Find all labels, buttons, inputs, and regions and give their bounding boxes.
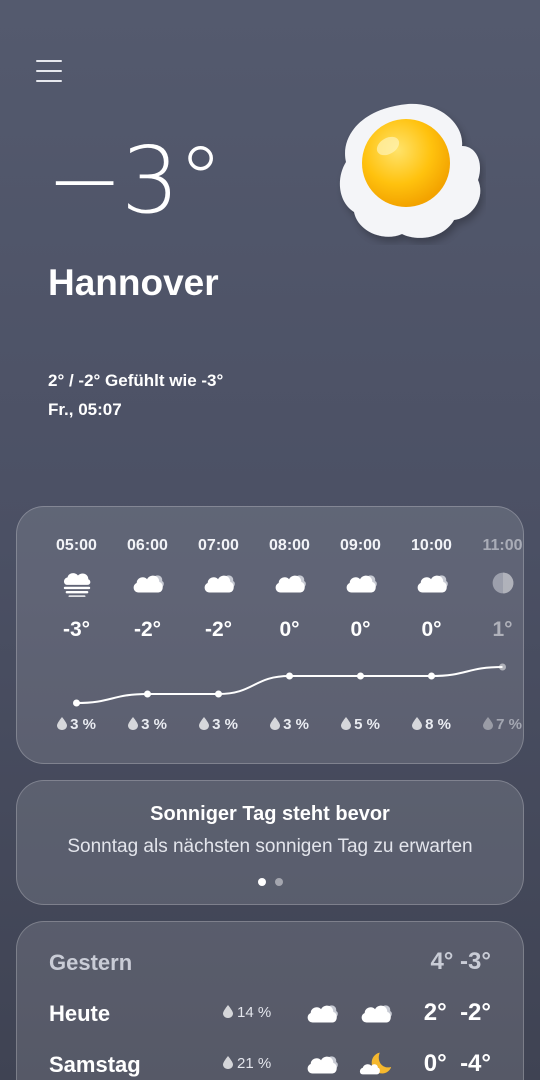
weather-summary: 2° / -2° Gefühlt wie -3° Fr., 05:07 [48, 366, 223, 424]
precipitation-value: 21 % [237, 1055, 272, 1072]
hour-precipitation: 3 % [183, 716, 254, 733]
temperature-point [357, 672, 364, 680]
hour-time: 05:00 [56, 537, 97, 554]
hour-precipitation: 5 % [325, 716, 396, 733]
hour-temperature: -3° [62, 618, 91, 641]
hour-time: 10:00 [411, 537, 452, 554]
temperature-point [144, 690, 151, 698]
temperature-point [73, 699, 80, 707]
precipitation-value: 3 % [141, 716, 167, 733]
raindrop-icon [57, 717, 68, 730]
day-name: Samstag [49, 1052, 141, 1077]
precipitation-value: 8 % [425, 716, 451, 733]
cloudy-icon [273, 569, 307, 597]
temperature-trend-path [76, 666, 503, 704]
hour-temperature: 1° [492, 618, 513, 641]
hour-precipitation: 8 % [396, 716, 467, 733]
current-temperature: −3° [46, 127, 224, 234]
raindrop-icon [341, 717, 352, 730]
daily-row[interactable]: Heute 14 % 2° -2° [49, 993, 491, 1033]
raindrop-icon [483, 717, 494, 730]
page-dot-active [257, 878, 266, 886]
cloudy-icon [359, 999, 393, 1027]
temperature-point [286, 672, 293, 680]
cloudy-icon [305, 1050, 339, 1078]
temperature-point [499, 663, 506, 671]
hour-time: 06:00 [127, 537, 168, 554]
precipitation-value: 3 % [212, 716, 238, 733]
day-high-low: 2° -2° [423, 999, 491, 1026]
clear-sky-sun-icon [336, 100, 486, 245]
cloudy-icon [415, 569, 449, 597]
precipitation-value: 3 % [70, 716, 96, 733]
precipitation-value: 3 % [283, 716, 309, 733]
day-high-low: 0° -4° [423, 1050, 491, 1077]
day-high-low: 4° -3° [430, 948, 491, 975]
hour-temperature: 0° [279, 618, 300, 641]
day-name: Gestern [49, 950, 133, 975]
hour-temperature: 0° [350, 618, 371, 641]
hour-time: 11:00 [482, 537, 523, 554]
daily-row[interactable]: Gestern 4° -3° [49, 942, 491, 982]
daily-forecast-card[interactable]: Gestern 4° -3° Heute 14 % 2° -2° Samstag 21 % 0… [16, 921, 524, 1080]
raindrop-icon [223, 1056, 233, 1069]
temperature-trend-line [73, 663, 506, 707]
hour-precipitation: 3 % [112, 716, 183, 733]
daily-row[interactable]: Samstag 21 % 0° -4° [49, 1044, 491, 1080]
temperature-point [215, 690, 222, 698]
precipitation-value: 5 % [354, 716, 380, 733]
partly-sunny-icon [486, 569, 520, 597]
hour-temperature: -2° [204, 618, 233, 641]
raindrop-icon [199, 717, 210, 730]
hour-precipitation: 3 % [254, 716, 325, 733]
city-name[interactable]: Hannover [48, 262, 219, 304]
day-name: Heute [49, 1001, 111, 1026]
hamburger-menu-icon[interactable] [36, 60, 62, 84]
raindrop-icon [412, 717, 423, 730]
temperature-point [428, 672, 435, 680]
hour-time: 09:00 [340, 537, 381, 554]
raindrop-icon [223, 1005, 233, 1018]
suggestion-title: Sonniger Tag steht bevor [150, 803, 390, 825]
precipitation-value: 7 % [496, 716, 522, 733]
cloudy-icon [305, 999, 339, 1027]
hour-time: 07:00 [198, 537, 239, 554]
cloudy-icon [202, 569, 236, 597]
suggestion-text: Sonntag als nächsten sonnigen Tag zu erw… [67, 836, 473, 857]
day-precipitation: 21 % [223, 1055, 271, 1072]
hour-precipitation: 7 % [467, 716, 523, 733]
hourly-forecast-card[interactable]: 05:00 -3° 3 % 06:00 -2° 3 % 07:00 -2° 3 % 08:00 0°… [16, 506, 524, 764]
date-time: Fr., 05:07 [48, 400, 122, 419]
precipitation-value: 14 % [237, 1004, 272, 1021]
sunny-day-suggestion-card[interactable]: Sonniger Tag steht bevor Sonntag als näc… [16, 780, 524, 905]
fog-icon [60, 569, 94, 598]
hour-time: 08:00 [269, 537, 310, 554]
cloudy-icon [131, 569, 165, 597]
page-dot [274, 878, 283, 886]
raindrop-icon [270, 717, 281, 730]
hi-lo-feels-like: 2° / -2° Gefühlt wie -3° [48, 371, 224, 390]
day-precipitation: 14 % [223, 1004, 271, 1021]
moon-cloud-icon [359, 1050, 393, 1078]
page-indicator [17, 878, 523, 886]
hour-temperature: 0° [421, 618, 442, 641]
hour-precipitation: 3 % [41, 716, 112, 733]
raindrop-icon [128, 717, 139, 730]
hour-temperature: -2° [133, 618, 162, 641]
cloudy-icon [344, 569, 378, 597]
